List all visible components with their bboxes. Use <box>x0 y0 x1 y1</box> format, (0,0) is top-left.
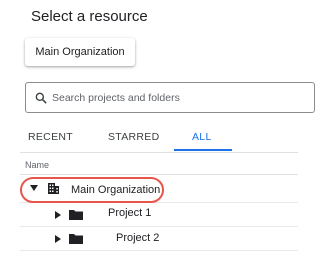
row-divider <box>20 250 298 251</box>
tree-row-label: Project 1 <box>108 207 152 219</box>
search-icon <box>34 91 48 105</box>
folder-icon <box>69 209 83 220</box>
tree-row-project-1[interactable]: Project 1 <box>20 203 298 227</box>
header-divider <box>20 174 298 175</box>
tab-all[interactable]: ALL <box>192 131 212 143</box>
tab-recent[interactable]: RECENT <box>28 131 73 143</box>
search-input[interactable] <box>52 91 282 104</box>
organization-picker-label: Main Organization <box>35 46 125 58</box>
tab-starred[interactable]: STARRED <box>108 131 160 143</box>
expand-caret-icon[interactable] <box>55 211 61 219</box>
folder-icon <box>69 233 83 244</box>
tree-row-project-2[interactable]: Project 2 <box>20 227 298 251</box>
expand-caret-icon[interactable] <box>55 235 61 243</box>
tree-row-label: Project 2 <box>116 232 160 244</box>
search-box[interactable] <box>25 82 315 113</box>
active-tab-indicator <box>174 149 232 151</box>
tab-bar: RECENT STARRED ALL <box>0 125 298 151</box>
resource-selector-dialog: Select a resource Main Organization RECE… <box>0 0 315 257</box>
dialog-title: Select a resource <box>31 8 148 25</box>
tabs-divider <box>20 152 298 153</box>
organization-picker-button[interactable]: Main Organization <box>25 38 135 66</box>
column-header-name: Name <box>25 160 50 170</box>
highlight-ring <box>20 177 164 203</box>
